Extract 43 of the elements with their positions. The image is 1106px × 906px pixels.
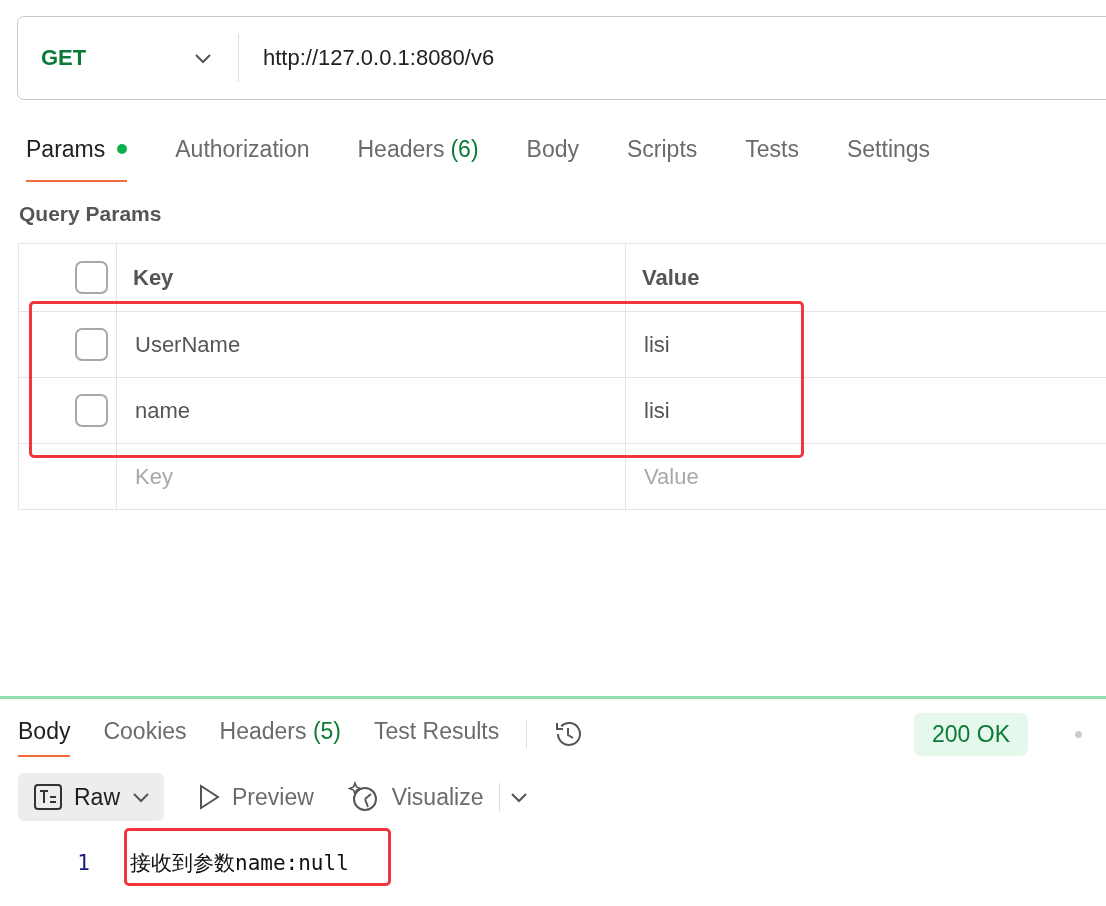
column-header: Key	[116, 243, 626, 312]
tab-count: (6)	[450, 136, 479, 163]
request-tab[interactable]: Tests	[745, 136, 799, 182]
tab-label: Headers	[357, 136, 445, 163]
status-badge: 200 OK	[914, 712, 1028, 756]
response-tab[interactable]: Cookies	[103, 711, 187, 757]
tab-label: Scripts	[627, 136, 698, 163]
caret-icon	[194, 52, 212, 64]
caret-icon	[510, 791, 529, 803]
request-tab[interactable]: Headers (6)	[357, 136, 479, 182]
tab-label: Params	[26, 136, 106, 163]
format-dropdown[interactable]: Raw	[18, 773, 164, 821]
section-title: Query Params	[19, 202, 163, 226]
response-tab[interactable]: Test Results	[374, 711, 500, 757]
checkbox[interactable]	[75, 328, 108, 361]
response-tab[interactable]: Body	[18, 711, 71, 757]
sparkle-icon	[347, 781, 380, 813]
method-dropdown[interactable]: GET	[18, 17, 218, 99]
key-cell[interactable]: UserName	[116, 311, 626, 378]
caret-icon	[132, 791, 150, 803]
url-field[interactable]: http://127.0.0.1:8080/v6	[263, 45, 495, 71]
key-cell[interactable]: name	[116, 377, 626, 444]
more-dropdown[interactable]	[510, 791, 529, 803]
preview-button[interactable]: Preview	[198, 783, 314, 811]
request-tab[interactable]: Authorization	[175, 136, 310, 182]
response-tab[interactable]: Headers (5)	[219, 711, 341, 757]
request-tab[interactable]: Params	[26, 136, 128, 182]
request-tab[interactable]: Settings	[847, 136, 931, 182]
column-header: Value	[625, 243, 1106, 312]
visualize-button[interactable]: Visualize	[347, 781, 484, 813]
tab-label: Body	[526, 136, 579, 163]
checkbox[interactable]	[75, 261, 108, 294]
tab-label: Settings	[847, 136, 931, 163]
response-text: 接收到参数name:null	[130, 850, 349, 877]
request-tab[interactable]: Body	[526, 136, 579, 182]
play-icon	[198, 784, 220, 810]
text-format-icon	[34, 784, 62, 810]
tab-label: Tests	[745, 136, 799, 163]
checkbox[interactable]	[75, 394, 108, 427]
line-number: 1	[76, 851, 90, 875]
tab-label: Authorization	[175, 136, 310, 163]
request-tab[interactable]: Scripts	[627, 136, 698, 182]
separator-dot	[1075, 730, 1082, 738]
